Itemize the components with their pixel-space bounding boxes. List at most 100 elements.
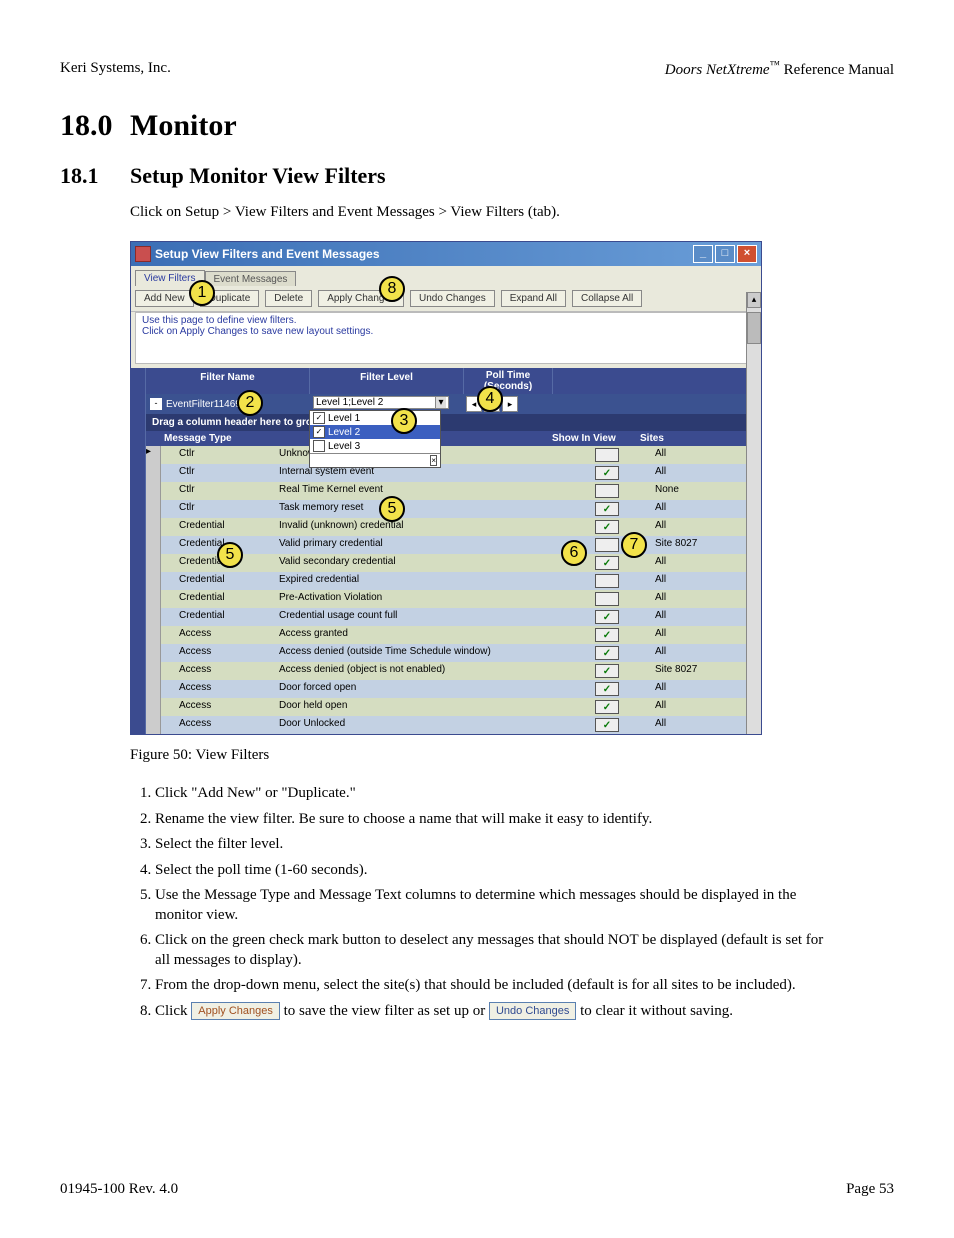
filter-row[interactable]: - EventFilter11469 Level 1;Level 2 ▾ ✓Le… xyxy=(131,394,761,414)
sites-cell[interactable]: All xyxy=(651,626,761,644)
table-row[interactable]: AccessAccess denied (object is not enabl… xyxy=(146,662,761,680)
show-in-view-toggle[interactable]: ✓ xyxy=(595,628,619,642)
scroll-up-icon[interactable]: ▴ xyxy=(747,292,761,308)
scroll-thumb[interactable] xyxy=(747,312,761,344)
table-row[interactable]: AccessAccess granted ✓ All xyxy=(146,626,761,644)
show-in-view-toggle[interactable]: ✓ xyxy=(595,610,619,624)
table-row[interactable]: CtlrReal Time Kernel eventNone xyxy=(146,482,761,500)
titlebar[interactable]: Setup View Filters and Event Messages _ … xyxy=(131,242,761,266)
show-in-view-toggle[interactable]: ✓ xyxy=(595,664,619,678)
level-option[interactable]: ✓Level 1 xyxy=(310,411,440,425)
table-row[interactable]: ▸CtlrUnknown eventAll xyxy=(146,446,761,464)
show-in-view-toggle[interactable] xyxy=(595,574,619,588)
col-filter-name[interactable]: Filter Name xyxy=(146,368,310,394)
table-row[interactable]: AccessDoor Unlocked✓All xyxy=(146,716,761,734)
add-new-button[interactable]: Add New xyxy=(135,290,194,307)
message-type-cell: Access xyxy=(161,626,275,644)
poll-time-stepper[interactable]: ◂ 30 ▸ xyxy=(462,394,550,414)
sites-cell[interactable]: All xyxy=(651,446,761,464)
sites-cell[interactable]: Site 8027 xyxy=(651,536,761,554)
sites-cell[interactable]: All xyxy=(651,644,761,662)
row-handle xyxy=(146,572,161,590)
checkbox-icon[interactable] xyxy=(313,440,325,452)
sites-cell[interactable]: All xyxy=(651,554,761,572)
undo-changes-button[interactable]: Undo Changes xyxy=(410,290,495,307)
vertical-scrollbar[interactable]: ▴ xyxy=(746,292,761,734)
show-in-view-toggle[interactable]: ✓ xyxy=(595,502,619,516)
message-type-cell: Credential xyxy=(161,590,275,608)
filter-name-value[interactable]: EventFilter11469 xyxy=(166,399,241,410)
expand-toggle-icon[interactable]: - xyxy=(150,398,162,410)
level-option[interactable]: ✓Level 2 xyxy=(310,425,440,439)
sites-cell[interactable]: All xyxy=(651,590,761,608)
page-hint: Use this page to define view filters. Cl… xyxy=(135,312,757,364)
screenshot-window: Setup View Filters and Event Messages _ … xyxy=(130,241,762,735)
table-row[interactable]: CredentialExpired credentialAll xyxy=(146,572,761,590)
sites-cell[interactable]: Site 8027 xyxy=(651,662,761,680)
col-poll-time[interactable]: Poll Time (Seconds) xyxy=(464,368,553,394)
undo-changes-inline-icon: Undo Changes xyxy=(489,1002,576,1020)
show-in-view-toggle[interactable] xyxy=(595,538,619,552)
sites-cell[interactable]: All xyxy=(651,698,761,716)
message-type-cell: Access xyxy=(161,716,275,734)
sites-cell[interactable]: All xyxy=(651,608,761,626)
sites-cell[interactable]: All xyxy=(651,518,761,536)
col-message-type[interactable]: Message Type xyxy=(146,431,260,446)
message-type-cell: Access xyxy=(161,698,275,716)
maximize-icon[interactable]: □ xyxy=(715,245,735,263)
col-show-in-view[interactable]: Show In View xyxy=(548,431,636,446)
message-text-cell: Valid primary credential xyxy=(275,536,563,554)
message-text-cell: Access granted xyxy=(275,626,563,644)
table-row[interactable]: CredentialCredential usage count full✓Al… xyxy=(146,608,761,626)
delete-button[interactable]: Delete xyxy=(265,290,312,307)
checkbox-icon[interactable]: ✓ xyxy=(313,412,325,424)
col-filter-level[interactable]: Filter Level xyxy=(310,368,464,394)
sub-header-row: Message Type Show In View Sites xyxy=(146,431,761,446)
show-in-view-toggle[interactable] xyxy=(595,484,619,498)
tab-event-messages[interactable]: Event Messages xyxy=(205,271,297,287)
message-type-cell: Credential xyxy=(161,518,275,536)
show-in-view-toggle[interactable]: ✓ xyxy=(595,520,619,534)
table-row[interactable]: CredentialPre-Activation Violation All xyxy=(146,590,761,608)
message-text-cell: Pre-Activation Violation xyxy=(275,590,563,608)
page-header: Keri Systems, Inc. Doors NetXtreme™ Refe… xyxy=(60,60,894,79)
table-row[interactable]: CtlrInternal system event✓All xyxy=(146,464,761,482)
app-icon xyxy=(135,246,151,262)
table-row[interactable]: AccessDoor forced open✓All xyxy=(146,680,761,698)
close-icon[interactable]: × xyxy=(737,245,757,263)
show-in-view-toggle[interactable]: ✓ xyxy=(595,466,619,480)
table-row[interactable]: CtlrTask memory reset✓All xyxy=(146,500,761,518)
filter-level-dropdown[interactable]: Level 1;Level 2 ▾ xyxy=(313,396,449,409)
message-type-cell: Ctlr xyxy=(161,464,275,482)
sites-cell[interactable]: None xyxy=(651,482,761,500)
minimize-icon[interactable]: _ xyxy=(693,245,713,263)
row-handle xyxy=(146,536,161,554)
show-in-view-toggle[interactable]: ✓ xyxy=(595,700,619,714)
row-handle xyxy=(146,500,161,518)
sites-cell[interactable]: All xyxy=(651,464,761,482)
row-handle xyxy=(146,662,161,680)
table-row[interactable]: AccessAccess denied (outside Time Schedu… xyxy=(146,644,761,662)
manual-name: Doors NetXtreme™ Reference Manual xyxy=(665,60,894,79)
show-in-view-toggle[interactable]: ✓ xyxy=(595,556,619,570)
expand-all-button[interactable]: Expand All xyxy=(501,290,566,307)
close-popup-icon[interactable]: × xyxy=(430,455,437,466)
callout-6: 6 xyxy=(561,540,587,566)
show-in-view-toggle[interactable] xyxy=(595,592,619,606)
sites-cell[interactable]: All xyxy=(651,500,761,518)
level-option[interactable]: Level 3 xyxy=(310,439,440,453)
sites-cell[interactable]: All xyxy=(651,572,761,590)
show-in-view-toggle[interactable]: ✓ xyxy=(595,682,619,696)
sites-cell[interactable]: All xyxy=(651,680,761,698)
table-row[interactable]: AccessDoor held open✓All xyxy=(146,698,761,716)
show-in-view-toggle[interactable]: ✓ xyxy=(595,718,619,732)
chevron-down-icon[interactable]: ▾ xyxy=(435,397,446,408)
show-in-view-toggle[interactable]: ✓ xyxy=(595,646,619,660)
collapse-all-button[interactable]: Collapse All xyxy=(572,290,642,307)
table-row[interactable]: CredentialInvalid (unknown) credential✓A… xyxy=(146,518,761,536)
sites-cell[interactable]: All xyxy=(651,716,761,734)
show-in-view-toggle[interactable] xyxy=(595,448,619,462)
poll-increment-icon[interactable]: ▸ xyxy=(502,396,518,412)
col-sites[interactable]: Sites xyxy=(636,431,761,446)
checkbox-icon[interactable]: ✓ xyxy=(313,426,325,438)
